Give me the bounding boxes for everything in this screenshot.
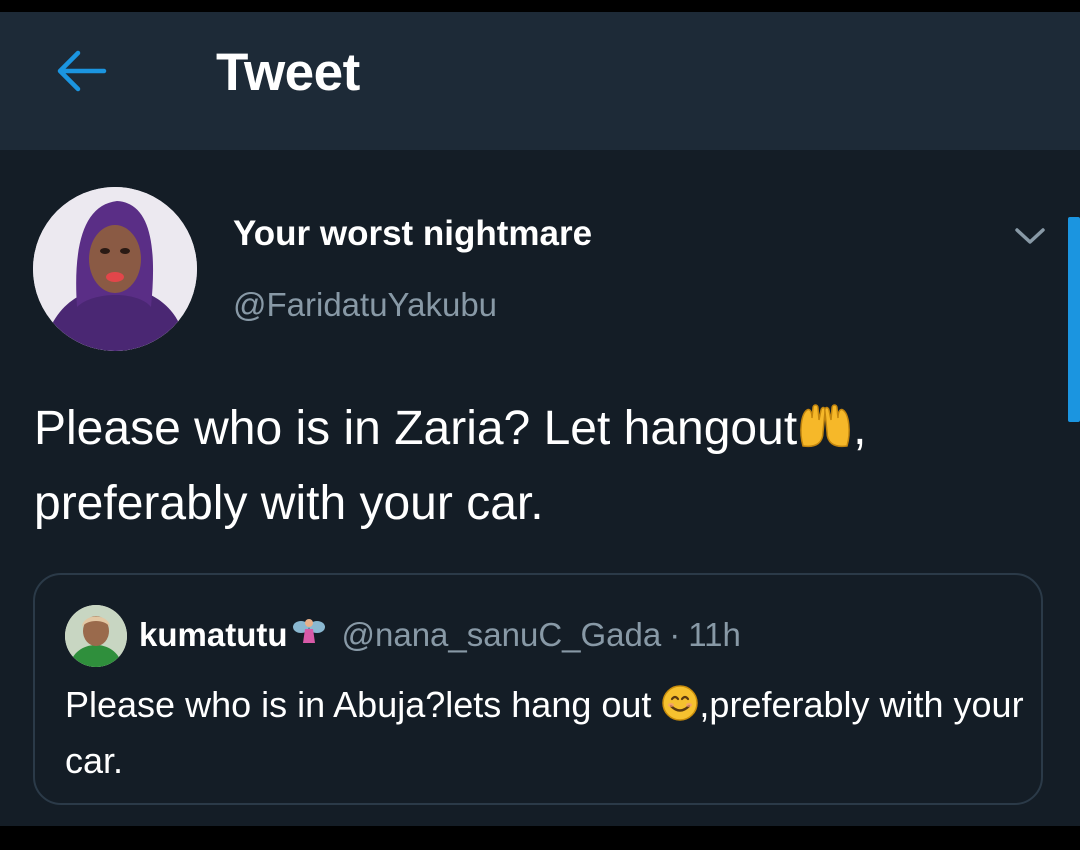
separator-dot: · — [669, 616, 681, 653]
quoted-display-name[interactable]: kumatutu — [139, 616, 288, 654]
tweet-text-part1: Please who is in Zaria? Let hangout — [34, 402, 798, 455]
quoted-avatar[interactable] — [65, 605, 127, 667]
smiling-face-emoji-icon — [661, 684, 699, 735]
quoted-handle[interactable]: @nana_sanuC_Gada — [342, 616, 662, 654]
quoted-text-part1: Please who is in Abuja?lets hang out — [65, 684, 662, 725]
tweet-screen: Tweet Your worst nightmare @FaridatuYaku… — [0, 12, 1080, 826]
fairy-emoji-icon — [292, 615, 326, 655]
avatar[interactable] — [33, 187, 197, 351]
profile-photo — [33, 187, 197, 351]
chevron-down-icon — [1015, 228, 1045, 244]
raising-hands-emoji-icon — [797, 400, 853, 469]
quoted-timestamp[interactable]: 11h — [688, 616, 741, 654]
tweet-menu-button[interactable] — [1010, 216, 1050, 256]
back-button[interactable] — [48, 38, 114, 104]
quoted-tweet-text: Please who is in Abuja?lets hang out ,pr… — [65, 679, 1025, 786]
tweet-text: Please who is in Zaria? Let hangout , pr… — [34, 394, 1034, 538]
page-title: Tweet — [216, 43, 360, 102]
author-display-name[interactable]: Your worst nightmare — [233, 214, 592, 254]
scrollbar[interactable] — [1068, 217, 1080, 422]
author-handle[interactable]: @FaridatuYakubu — [233, 286, 497, 324]
quoted-tweet-header: kumatutu @nana_sanuC_Gada · 11h — [139, 615, 741, 655]
top-bar: Tweet — [0, 12, 1080, 150]
arrow-left-icon — [57, 50, 107, 92]
quoted-profile-photo — [65, 605, 127, 667]
quoted-tweet-card[interactable]: kumatutu @nana_sanuC_Gada · 11h Please w… — [33, 573, 1043, 805]
